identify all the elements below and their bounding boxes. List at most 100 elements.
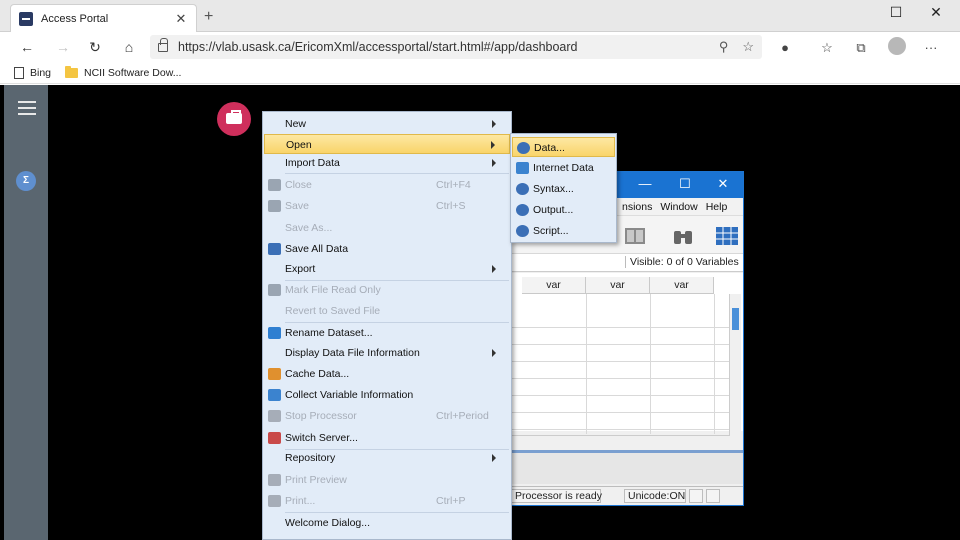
menu-item-shortcut: Ctrl+S	[436, 200, 466, 212]
column-header[interactable]: var	[522, 277, 586, 294]
back-arrow-icon[interactable]: ←	[16, 37, 38, 57]
menu-item-shortcut: Ctrl+F4	[436, 179, 471, 191]
vertical-scrollbar[interactable]	[729, 294, 741, 436]
new-tab-button[interactable]: +	[204, 8, 213, 26]
scroll-thumb[interactable]	[732, 308, 739, 330]
cache-icon	[268, 368, 281, 380]
hamburger-menu-icon[interactable]	[18, 101, 36, 115]
file-menu-item-close: Close Ctrl+F4	[264, 175, 510, 195]
restore-window-icon[interactable]: ☐	[876, 4, 916, 21]
side-rail: Σ	[4, 85, 48, 540]
server-icon	[268, 432, 281, 444]
column-header[interactable]: var	[650, 277, 714, 294]
menu-item-shortcut: Ctrl+Period	[436, 410, 489, 422]
open-submenu: Data... Internet Data Syntax... Output... Sc…	[510, 133, 617, 243]
horizontal-scrollbar[interactable]	[511, 435, 729, 447]
file-menu-item-display-data-file-information[interactable]: Display Data File Information	[264, 343, 510, 363]
grid-divider	[586, 294, 587, 434]
table-row[interactable]	[511, 379, 729, 396]
refresh-icon[interactable]: ↻	[84, 37, 106, 57]
tab-access-portal[interactable]: Access Portal ✕	[10, 4, 197, 32]
menu-item-label: New	[285, 118, 307, 130]
submenu-arrow-icon	[492, 454, 496, 462]
table-row[interactable]	[511, 396, 729, 413]
close-window-icon[interactable]: ✕	[916, 4, 956, 21]
more-menu-icon[interactable]: ···	[922, 40, 940, 55]
table-row[interactable]	[511, 311, 729, 328]
table-row[interactable]	[511, 413, 729, 430]
extension-circle-icon[interactable]: ●	[776, 40, 794, 55]
table-row[interactable]	[511, 362, 729, 379]
file-menu-item-cache-data[interactable]: Cache Data...	[264, 364, 510, 384]
minimize-icon[interactable]: —	[631, 176, 659, 191]
close-icon	[268, 179, 281, 191]
unicode-status: Unicode:ON	[624, 489, 686, 503]
spss-app-icon[interactable]: Σ	[16, 171, 36, 191]
menu-item-label: Collect Variable Information	[285, 389, 414, 401]
page-icon	[14, 66, 24, 79]
zoom-icon[interactable]: ⚲	[719, 39, 729, 55]
submenu-arrow-icon	[492, 159, 496, 167]
open-submenu-item-data[interactable]: Data...	[512, 137, 615, 157]
file-menu-item-stop-processor: Stop Processor Ctrl+Period	[264, 406, 510, 426]
value-labels-grid-icon[interactable]	[715, 226, 739, 246]
open-submenu-item-script[interactable]: Script...	[512, 221, 615, 241]
open-submenu-item-internet-data[interactable]: Internet Data	[512, 158, 615, 178]
visible-variables-bar: Visible: 0 of 0 Variables	[511, 254, 743, 272]
file-menu-item-collect-variable-information[interactable]: Collect Variable Information	[264, 385, 510, 405]
rename-icon	[268, 327, 281, 339]
favorite-label: NCII Software Dow...	[84, 66, 182, 79]
close-tab-icon[interactable]: ✕	[174, 11, 188, 27]
syntax-icon	[516, 183, 529, 195]
file-menu-item-welcome-dialog[interactable]: Welcome Dialog...	[264, 513, 510, 533]
maximize-icon[interactable]: ☐	[671, 176, 699, 192]
file-menu-item-rename-dataset[interactable]: Rename Dataset...	[264, 323, 510, 343]
table-row[interactable]	[511, 345, 729, 362]
forward-arrow-icon[interactable]: →	[52, 37, 74, 57]
file-menu-item-export[interactable]: Export	[264, 259, 510, 279]
table-row[interactable]	[511, 328, 729, 345]
file-menu-item-import-data[interactable]: Import Data	[264, 153, 510, 173]
home-icon[interactable]: ⌂	[118, 37, 140, 57]
file-menu-item-mark-file-read-only: Mark File Read Only	[264, 280, 510, 300]
file-menu-item-new[interactable]: New	[264, 114, 510, 134]
screen: Access Portal ✕ + ☐ ✕ ← → ↻ ⌂ https://vl…	[0, 0, 960, 540]
favorite-ncii-software[interactable]: NCII Software Dow...	[65, 65, 182, 79]
open-submenu-item-output[interactable]: Output...	[512, 200, 615, 220]
toolbox-icon[interactable]	[217, 102, 251, 136]
open-submenu-item-syntax[interactable]: Syntax...	[512, 179, 615, 199]
favorites-list-icon[interactable]: ☆	[818, 40, 836, 56]
column-header[interactable]: var	[586, 277, 650, 294]
favorite-bing[interactable]: Bing	[14, 66, 51, 79]
menu-item-label: Save	[285, 200, 309, 212]
menu-item-label: Rename Dataset...	[285, 327, 373, 339]
submenu-item-label: Internet Data	[533, 162, 594, 174]
split-file-icon[interactable]	[623, 226, 647, 246]
menu-item-label: Repository	[285, 452, 336, 464]
address-bar[interactable]: https://vlab.usask.ca/EricomXml/accesspo…	[150, 35, 762, 59]
processor-status: Processor is ready	[511, 489, 602, 503]
menu-help[interactable]: Help	[706, 201, 728, 213]
menu-item-label: Save All Data	[285, 243, 349, 255]
print-preview-icon	[268, 474, 281, 486]
close-window-icon[interactable]: ✕	[709, 176, 737, 192]
menu-window[interactable]: Window	[660, 201, 697, 213]
output-icon	[516, 204, 529, 216]
data-grid[interactable]: var var var	[511, 273, 743, 434]
menu-item-label: Import Data	[285, 157, 340, 169]
favorite-star-icon[interactable]: ☆	[742, 39, 754, 55]
url-text[interactable]: https://vlab.usask.ca/EricomXml/accesspo…	[178, 40, 705, 54]
menu-item-label: Open	[286, 139, 312, 151]
file-menu-item-switch-server[interactable]: Switch Server...	[264, 428, 510, 448]
file-menu-item-open[interactable]: Open	[264, 134, 510, 154]
print-icon	[268, 495, 281, 507]
collect-icon	[268, 389, 281, 401]
file-menu-item-save-all-data[interactable]: Save All Data	[264, 239, 510, 259]
menu-item-label: Mark File Read Only	[285, 284, 381, 296]
collections-icon[interactable]: ⧉	[852, 40, 870, 56]
profile-avatar[interactable]	[888, 37, 906, 55]
file-menu-item-repository[interactable]: Repository	[264, 448, 510, 468]
find-binoculars-icon[interactable]	[671, 226, 695, 246]
save-icon	[268, 200, 281, 212]
menu-extensions[interactable]: nsions	[622, 201, 652, 213]
